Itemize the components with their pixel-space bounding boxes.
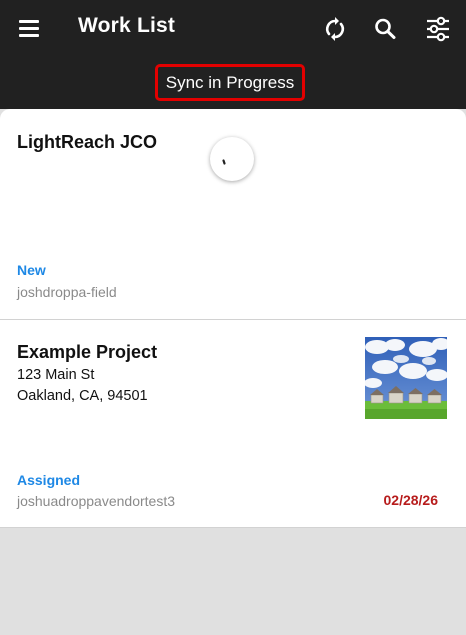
loading-spinner-icon xyxy=(210,137,254,181)
status-label: Assigned xyxy=(17,472,81,488)
page-title: Work List xyxy=(78,14,176,37)
app-bar: Work List Sync in Progress xyxy=(0,0,466,109)
sync-status-banner: Sync in Progress xyxy=(155,64,305,101)
assignee-label: joshuadroppavendortest3 xyxy=(17,493,176,509)
sync-icon[interactable] xyxy=(320,14,350,44)
due-date: 02/28/26 xyxy=(383,492,439,508)
filter-icon[interactable] xyxy=(423,14,453,44)
project-thumbnail-image xyxy=(365,337,447,419)
search-icon[interactable] xyxy=(370,14,400,44)
work-item-title: Example Project xyxy=(17,342,158,362)
status-label: New xyxy=(17,262,46,278)
assignee-label: joshdroppa-field xyxy=(17,284,117,300)
work-item-title: LightReach JCO xyxy=(17,132,158,152)
address-line: 123 Main St xyxy=(17,367,95,383)
menu-icon[interactable] xyxy=(17,16,43,40)
address-city-line: Oakland, CA, 94501 xyxy=(17,388,148,404)
